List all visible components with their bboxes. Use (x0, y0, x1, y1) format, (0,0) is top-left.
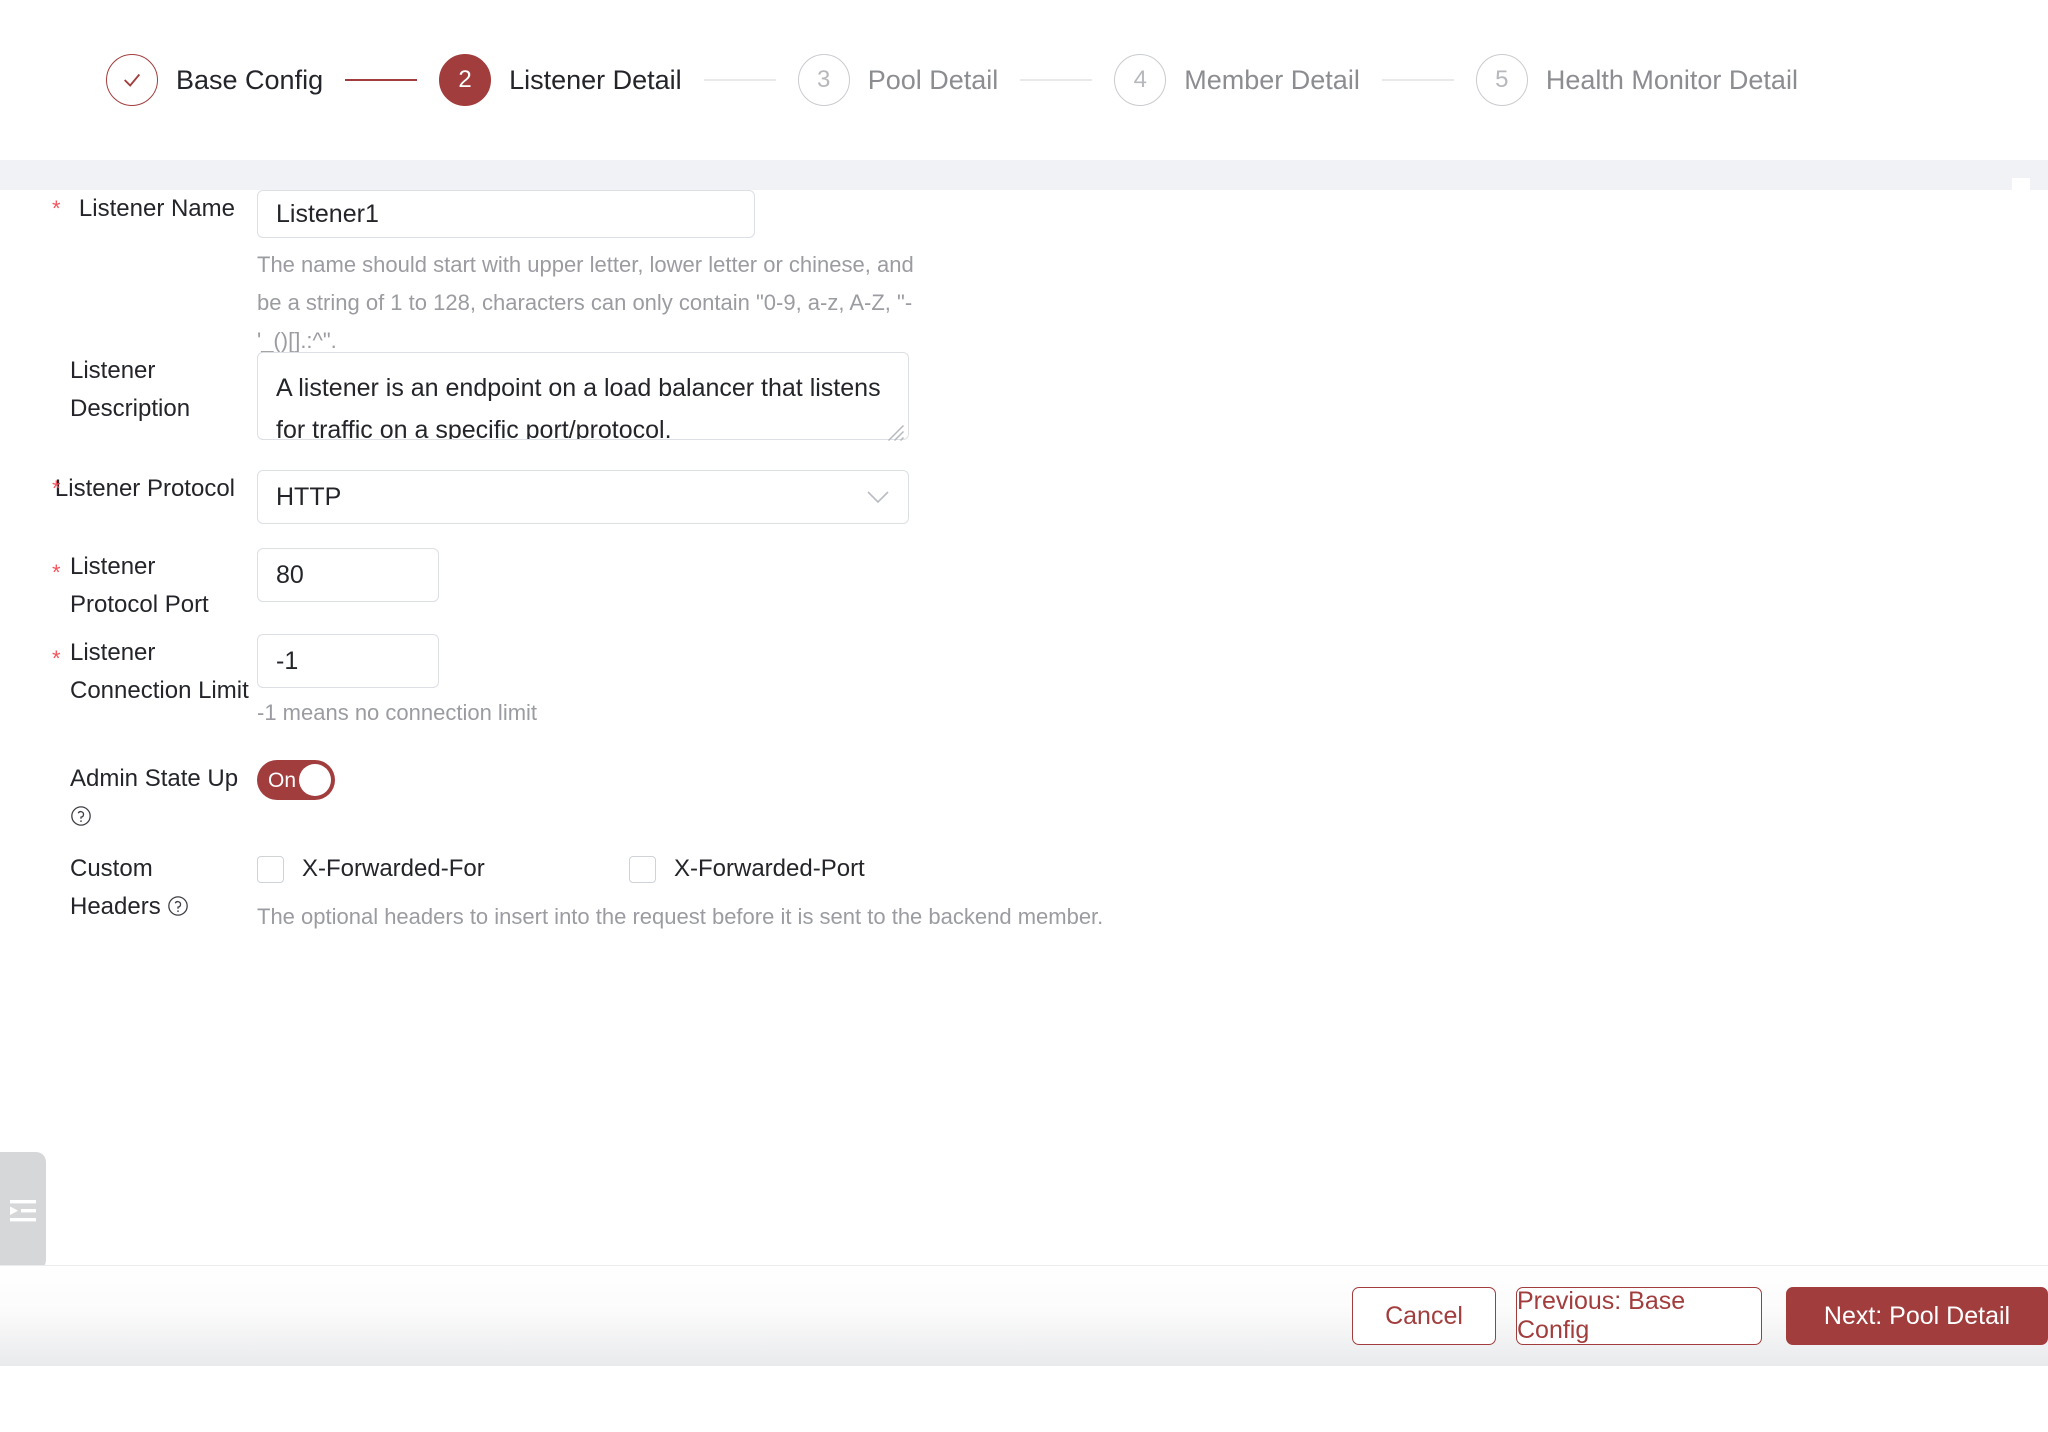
step-4-circle: 4 (1114, 54, 1167, 106)
field-custom-headers: Custom Headers X-Forwarded-For X-Forward… (45, 850, 1103, 936)
question-circle-icon[interactable] (167, 895, 189, 917)
checkbox-x-forwarded-for[interactable]: X-Forwarded-For (257, 855, 629, 883)
sidebar-collapse-handle[interactable] (0, 1152, 46, 1270)
step-listener-detail[interactable]: 2 Listener Detail (439, 54, 682, 106)
listener-name-helper: The name should start with upper letter,… (257, 252, 914, 353)
step-health-monitor-detail[interactable]: 5 Health Monitor Detail (1475, 54, 1798, 106)
listener-connection-limit-label: * Listener Connection Limit (52, 639, 249, 704)
cancel-button[interactable]: Cancel (1352, 1287, 1496, 1345)
field-listener-description: Listener Description A listener is an en… (45, 352, 909, 445)
check-icon (124, 73, 141, 87)
field-listener-protocol: * Listener Protocol HTTP (45, 470, 909, 524)
step-3-label: Pool Detail (867, 64, 999, 95)
wizard-footer: Cancel Previous: Base Config Next: Pool … (0, 1265, 2048, 1366)
checkbox-box[interactable] (257, 855, 284, 883)
wizard-stepper: Base Config 2 Listener Detail 3 Pool Det… (0, 0, 2048, 160)
field-listener-name: * Listener Name The name should start wi… (45, 190, 917, 360)
previous-base-config-button[interactable]: Previous: Base Config (1516, 1287, 1762, 1345)
step-2-circle: 2 (439, 54, 492, 106)
field-listener-protocol-port: * Listener Protocol Port (45, 548, 439, 624)
listener-protocol-label: * Listener Protocol (45, 470, 257, 524)
field-listener-connection-limit: * Listener Connection Limit -1 means no … (45, 634, 537, 732)
listener-protocol-port-label: * Listener Protocol Port (52, 553, 209, 618)
toggle-knob (299, 764, 331, 796)
step-2-label: Listener Detail (509, 64, 682, 95)
required-marker: * (52, 476, 61, 501)
checkbox-label: X-Forwarded-Port (674, 855, 865, 882)
step-4-label: Member Detail (1184, 64, 1360, 95)
collapse-left-icon (10, 1200, 36, 1222)
required-marker: * (52, 196, 61, 221)
listener-protocol-select[interactable]: HTTP (257, 470, 909, 524)
next-pool-detail-button[interactable]: Next: Pool Detail (1786, 1287, 2048, 1345)
step-3-circle: 3 (797, 54, 850, 106)
step-connector-1 (345, 79, 418, 81)
step-connector-3 (1020, 79, 1093, 81)
step-1-label: Base Config (176, 64, 324, 95)
listener-connection-limit-input[interactable] (257, 634, 439, 688)
checkbox-box[interactable] (629, 855, 656, 883)
checkbox-x-forwarded-port[interactable]: X-Forwarded-Port (629, 855, 865, 883)
required-marker: * (52, 560, 61, 585)
listener-connection-limit-helper: -1 means no connection limit (257, 700, 538, 725)
section-divider-band (0, 160, 2048, 190)
custom-headers-label: Custom Headers (45, 850, 257, 936)
step-1-circle (106, 54, 158, 106)
listener-name-input[interactable] (257, 190, 755, 238)
step-base-config[interactable]: Base Config (106, 54, 323, 106)
listener-protocol-port-input[interactable] (257, 548, 439, 602)
step-member-detail[interactable]: 4 Member Detail (1114, 54, 1360, 106)
step-connector-2 (703, 79, 776, 81)
step-5-label: Health Monitor Detail (1545, 64, 1798, 95)
step-pool-detail[interactable]: 3 Pool Detail (797, 54, 999, 106)
admin-state-up-toggle[interactable]: On (257, 760, 335, 800)
listener-detail-form: * Listener Name The name should start wi… (0, 190, 2048, 1265)
step-5-circle: 5 (1475, 54, 1528, 106)
checkbox-label: X-Forwarded-For (302, 855, 485, 882)
listener-description-label: Listener Description (70, 357, 191, 422)
custom-headers-helper: The optional headers to insert into the … (257, 904, 1104, 929)
listener-protocol-value: HTTP (276, 482, 342, 511)
vertical-scrollbar-track[interactable] (2012, 178, 2030, 1260)
chevron-down-icon (867, 491, 889, 504)
admin-state-up-toggle-label: On (268, 768, 297, 792)
listener-name-label: * Listener Name (45, 190, 257, 360)
required-marker: * (52, 646, 61, 671)
step-connector-4 (1381, 79, 1454, 81)
listener-description-textarea[interactable]: A listener is an endpoint on a load bala… (257, 352, 909, 440)
admin-state-up-label: Admin State Up (45, 760, 257, 836)
field-admin-state-up: Admin State Up On (45, 760, 335, 836)
question-circle-icon[interactable] (70, 805, 92, 827)
